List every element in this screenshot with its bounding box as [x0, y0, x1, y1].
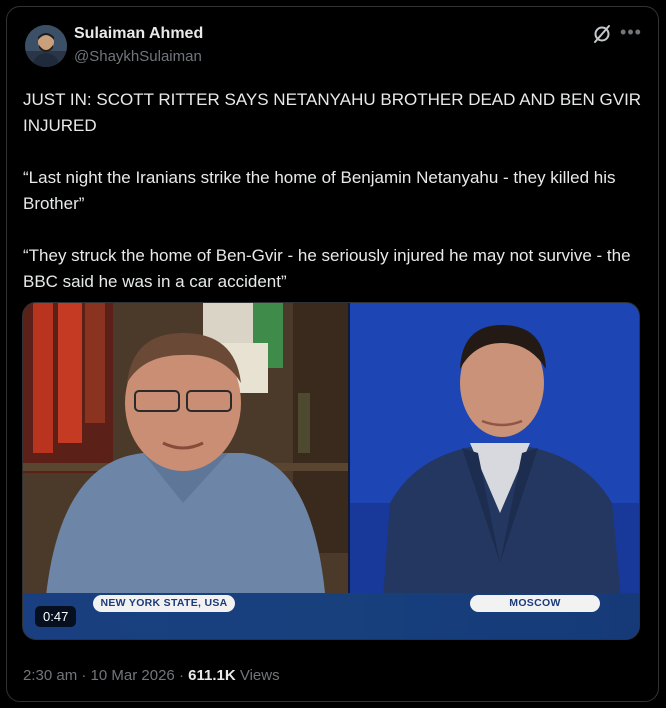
views-label: Views: [239, 667, 280, 684]
location-tag-left: NEW YORK STATE, USA: [93, 595, 235, 612]
author-handle[interactable]: @ShaykhSulaiman: [74, 48, 202, 65]
grok-icon[interactable]: [591, 23, 613, 45]
meta-separator: ·: [174, 667, 189, 684]
tweet-card: Sulaiman Ahmed @ShaykhSulaiman ••• JUST …: [6, 6, 659, 702]
tweet-date[interactable]: 10 Mar 2026: [91, 667, 175, 684]
meta-separator: ·: [77, 667, 91, 684]
video-duration-badge: 0:47: [35, 606, 77, 627]
avatar[interactable]: [25, 25, 67, 67]
tweet-text: JUST IN: SCOTT RITTER SAYS NETANYAHU BRO…: [23, 87, 645, 295]
tweet-meta: 2:30 am · 10 Mar 2026 · 611.1K Views: [23, 667, 280, 684]
tweet-paragraph: “They struck the home of Ben-Gvir - he s…: [23, 246, 636, 291]
views-count: 611.1K: [188, 667, 236, 684]
tweet-paragraph: JUST IN: SCOTT RITTER SAYS NETANYAHU BRO…: [23, 90, 646, 135]
right-speaker-frame: [350, 303, 639, 639]
location-tag-right: MOSCOW: [470, 595, 600, 612]
tweet-paragraph: “Last night the Iranians strike the home…: [23, 168, 621, 213]
video-right-pane: [350, 303, 639, 639]
more-icon[interactable]: •••: [619, 23, 643, 45]
video-player[interactable]: NEW YORK STATE, USA MOSCOW 0:47: [22, 302, 640, 640]
tweet-time[interactable]: 2:30 am: [23, 667, 77, 684]
video-left-pane: [23, 303, 348, 639]
author-name[interactable]: Sulaiman Ahmed: [74, 25, 203, 43]
avatar-image: [25, 25, 67, 67]
left-speaker-frame: [23, 303, 348, 639]
